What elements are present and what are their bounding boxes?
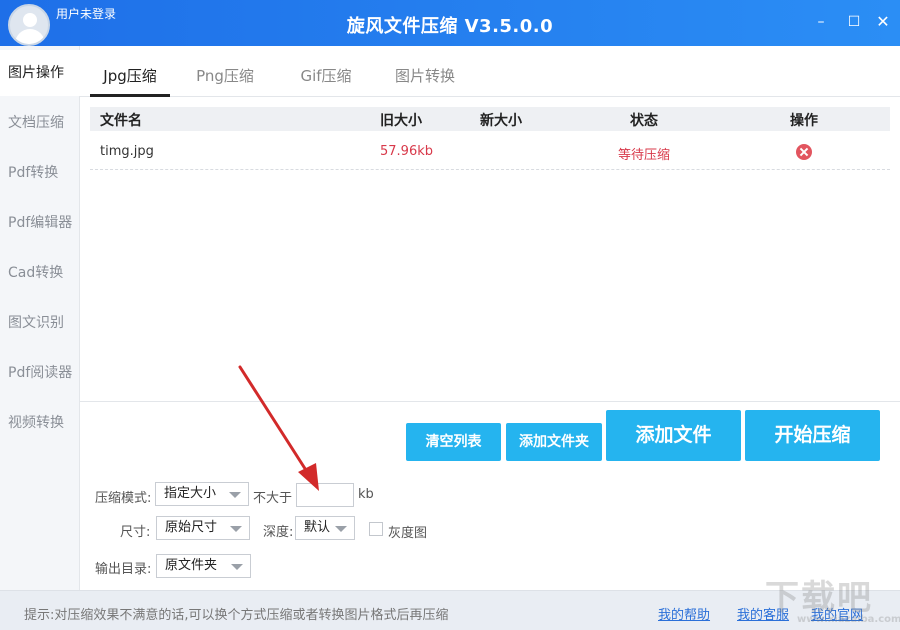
clear-list-button[interactable]: 清空列表 [406,423,501,461]
close-icon[interactable]: ✕ [874,13,892,31]
max-size-input[interactable] [296,483,354,507]
chevron-down-icon [335,526,347,532]
depth-label: 深度: [263,525,294,540]
sidebar-item-video-convert[interactable]: 视频转换 [0,400,80,446]
tab-jpg-compress[interactable]: Jpg压缩 [90,56,170,97]
add-file-button[interactable]: 添加文件 [606,410,741,461]
max-size-label: 不大于 [253,491,293,506]
tab-bar: Jpg压缩 Png压缩 Gif压缩 图片转换 [80,56,900,97]
depth-select[interactable]: 默认 [295,516,355,540]
output-dir-label: 输出目录: [95,562,152,577]
col-new-size: 新大小 [480,113,522,129]
cell-status: 等待压缩 [618,148,671,163]
size-select[interactable]: 原始尺寸 [156,516,250,540]
output-dir-value: 原文件夹 [165,558,218,573]
cell-filename: timg.jpg [100,144,154,159]
start-compress-button[interactable]: 开始压缩 [745,410,880,461]
arrow-shaft [238,365,313,480]
grayscale-label: 灰度图 [388,526,428,541]
output-dir-select[interactable]: 原文件夹 [156,554,251,578]
col-old-size: 旧大小 [380,113,422,129]
chevron-down-icon [231,564,243,570]
sidebar-item-image-ops[interactable]: 图片操作 [0,50,80,96]
help-link[interactable]: 我的帮助 [658,604,710,623]
sidebar-item-cad-convert[interactable]: Cad转换 [0,250,80,296]
size-value: 原始尺寸 [165,520,218,535]
col-status: 状态 [630,113,658,129]
compress-mode-label: 压缩模式: [95,491,152,506]
col-action: 操作 [790,113,818,129]
sidebar-item-pdf-reader[interactable]: Pdf阅读器 [0,350,80,396]
title-bar: 用户未登录 旋风文件压缩 V3.5.0.0 – ☐ ✕ [0,0,900,46]
file-table-header: 文件名 旧大小 新大小 状态 操作 [90,107,890,131]
grayscale-checkbox[interactable] [369,522,383,536]
tab-gif-compress[interactable]: Gif压缩 [290,56,362,97]
delete-row-icon[interactable] [796,144,812,160]
table-row[interactable]: timg.jpg 57.96kb 等待压缩 [90,138,890,170]
minimize-icon[interactable]: – [812,13,830,31]
compress-mode-select[interactable]: 指定大小 [155,482,249,506]
sidebar-item-pdf-editor[interactable]: Pdf编辑器 [0,200,80,246]
sidebar: 图片操作 文档压缩 Pdf转换 Pdf编辑器 Cad转换 图文识别 Pdf阅读器… [0,46,80,590]
add-folder-button[interactable]: 添加文件夹 [506,423,602,461]
tab-image-convert[interactable]: 图片转换 [385,56,465,97]
app-title: 旋风文件压缩 V3.5.0.0 [346,16,554,37]
maximize-icon[interactable]: ☐ [845,13,863,31]
footer-tip: 提示:对压缩效果不满意的话,可以换个方式压缩或者转换图片格式后再压缩 [24,608,449,623]
sidebar-item-ocr[interactable]: 图文识别 [0,300,80,346]
cell-old-size: 57.96kb [380,144,433,159]
sidebar-item-pdf-convert[interactable]: Pdf转换 [0,150,80,196]
panel-divider [80,401,900,402]
size-label: 尺寸: [120,525,151,540]
chevron-down-icon [230,526,242,532]
max-size-unit: kb [358,487,374,502]
col-filename: 文件名 [100,113,142,129]
compress-mode-value: 指定大小 [164,486,217,501]
watermark-logo: 下载吧 www.xiazaiba.com [765,570,900,628]
watermark-url: www.xiazaiba.com [797,614,900,625]
depth-value: 默认 [304,520,331,535]
chevron-down-icon [229,492,241,498]
tab-png-compress[interactable]: Png压缩 [186,56,264,97]
sidebar-item-doc-compress[interactable]: 文档压缩 [0,100,80,146]
watermark-text: 下载吧 [765,578,873,618]
